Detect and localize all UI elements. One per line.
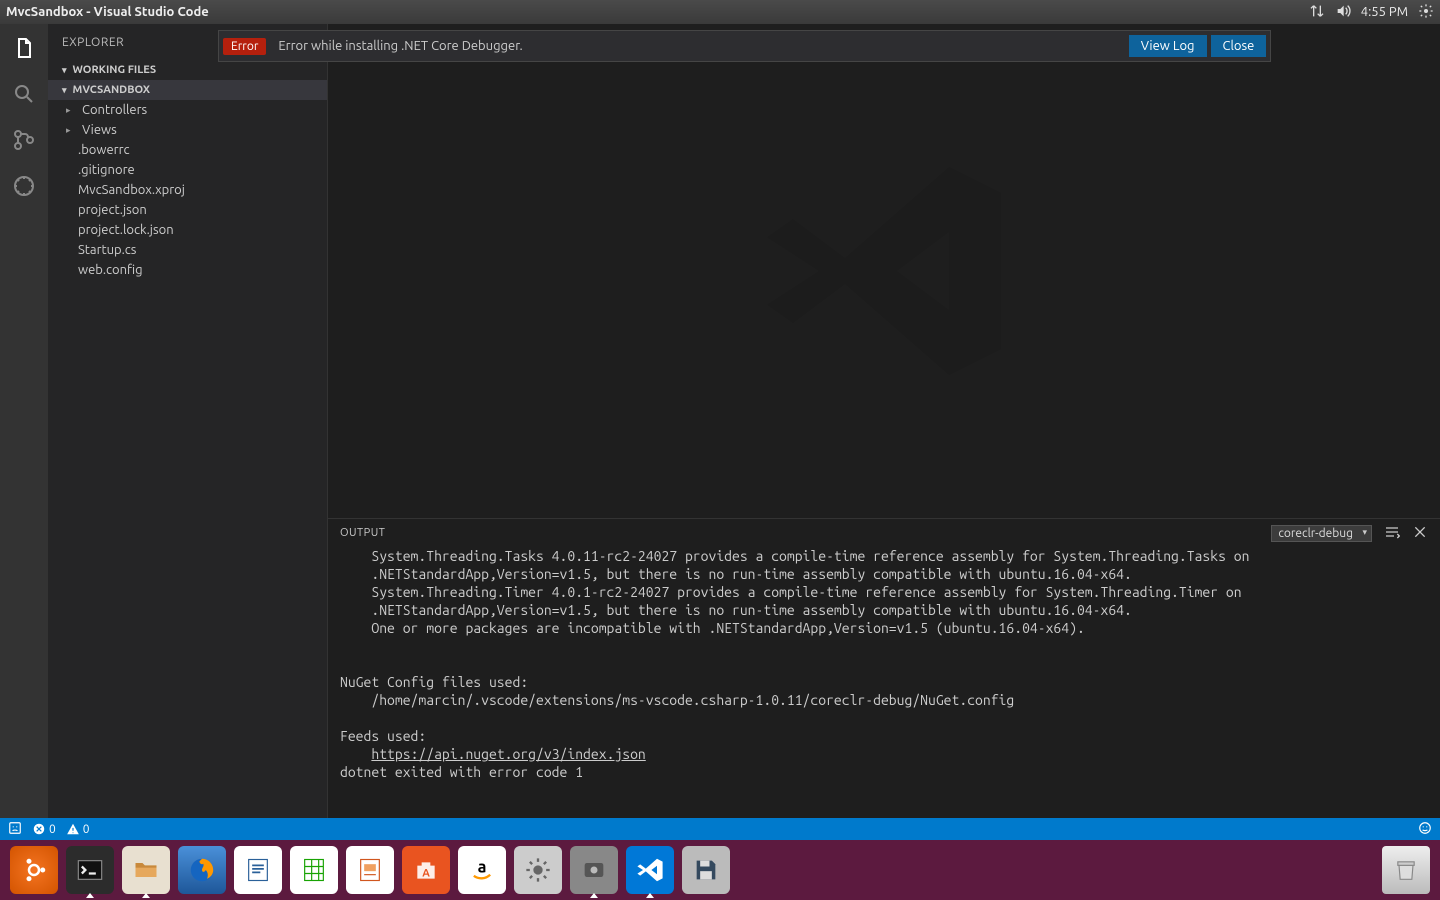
working-files-header[interactable]: WORKING FILES [48, 60, 327, 80]
clear-output-icon[interactable] [1384, 524, 1400, 543]
errors-count[interactable]: 0 [32, 822, 56, 836]
dock-amazon-icon[interactable]: a [458, 846, 506, 894]
tree-file[interactable]: project.json [56, 200, 327, 220]
tree-file[interactable]: .bowerrc [56, 140, 327, 160]
dock-software-icon[interactable]: A [402, 846, 450, 894]
dock-writer-icon[interactable] [234, 846, 282, 894]
output-panel: OUTPUT coreclr-debug System.Threading.Ta… [328, 518, 1440, 818]
sound-icon[interactable] [1335, 3, 1351, 22]
output-tab[interactable]: OUTPUT [340, 527, 385, 539]
dock-settings-icon[interactable] [514, 846, 562, 894]
notification-message: Error while installing .NET Core Debugge… [278, 39, 522, 53]
view-log-button[interactable]: View Log [1129, 35, 1207, 57]
file-tree: Controllers Views .bowerrc .gitignore Mv… [48, 100, 327, 280]
system-tray: 4:55 PM [1309, 3, 1434, 22]
window-title: MvcSandbox - Visual Studio Code [6, 5, 209, 19]
status-bar: 0 0 [0, 818, 1440, 840]
dock-impress-icon[interactable] [346, 846, 394, 894]
sidebar: EXPLORER WORKING FILES MVCSANDBOX Contro… [48, 24, 328, 818]
editor-area: Error Error while installing .NET Core D… [328, 24, 1440, 818]
debug-icon[interactable] [10, 172, 38, 200]
dock-trash-icon[interactable] [1382, 846, 1430, 894]
dock-save-icon[interactable] [682, 846, 730, 894]
tree-folder[interactable]: Controllers [56, 100, 327, 120]
source-control-icon[interactable] [10, 126, 38, 154]
tree-file[interactable]: MvcSandbox.xproj [56, 180, 327, 200]
notification-bar: Error Error while installing .NET Core D… [218, 30, 1271, 62]
dock-ubuntu-icon[interactable] [10, 846, 58, 894]
dock-app-icon[interactable] [570, 846, 618, 894]
feedback-smile-icon[interactable] [1418, 821, 1432, 838]
tree-folder[interactable]: Views [56, 120, 327, 140]
activity-bar [0, 24, 48, 818]
warnings-count[interactable]: 0 [66, 822, 90, 836]
output-content[interactable]: System.Threading.Tasks 4.0.11-rc2-24027 … [328, 547, 1440, 818]
svg-text:A: A [422, 868, 430, 880]
tree-file[interactable]: project.lock.json [56, 220, 327, 240]
tree-file[interactable]: .gitignore [56, 160, 327, 180]
explorer-icon[interactable] [10, 34, 38, 62]
panel-tabs: OUTPUT coreclr-debug [328, 519, 1440, 547]
output-channel-select[interactable]: coreclr-debug [1271, 525, 1372, 542]
svg-text:a: a [478, 858, 487, 876]
ubuntu-dock: A a [0, 840, 1440, 900]
project-header[interactable]: MVCSANDBOX [48, 80, 327, 100]
feed-link[interactable]: https://api.nuget.org/v3/index.json [371, 746, 645, 762]
vscode-logo-icon [754, 141, 1014, 401]
clock[interactable]: 4:55 PM [1361, 5, 1408, 19]
system-top-bar: MvcSandbox - Visual Studio Code 4:55 PM [0, 0, 1440, 24]
feedback-frown-icon[interactable] [8, 821, 22, 838]
tree-file[interactable]: web.config [56, 260, 327, 280]
error-badge: Error [223, 38, 266, 55]
search-icon[interactable] [10, 80, 38, 108]
dock-firefox-icon[interactable] [178, 846, 226, 894]
close-notification-button[interactable]: Close [1211, 35, 1267, 57]
dock-vscode-icon[interactable] [626, 846, 674, 894]
settings-gear-icon[interactable] [1418, 3, 1434, 22]
dock-terminal-icon[interactable] [66, 846, 114, 894]
dock-calc-icon[interactable] [290, 846, 338, 894]
tree-file[interactable]: Startup.cs [56, 240, 327, 260]
welcome-background [328, 24, 1440, 518]
close-panel-icon[interactable] [1412, 524, 1428, 543]
dock-files-icon[interactable] [122, 846, 170, 894]
network-icon[interactable] [1309, 3, 1325, 22]
